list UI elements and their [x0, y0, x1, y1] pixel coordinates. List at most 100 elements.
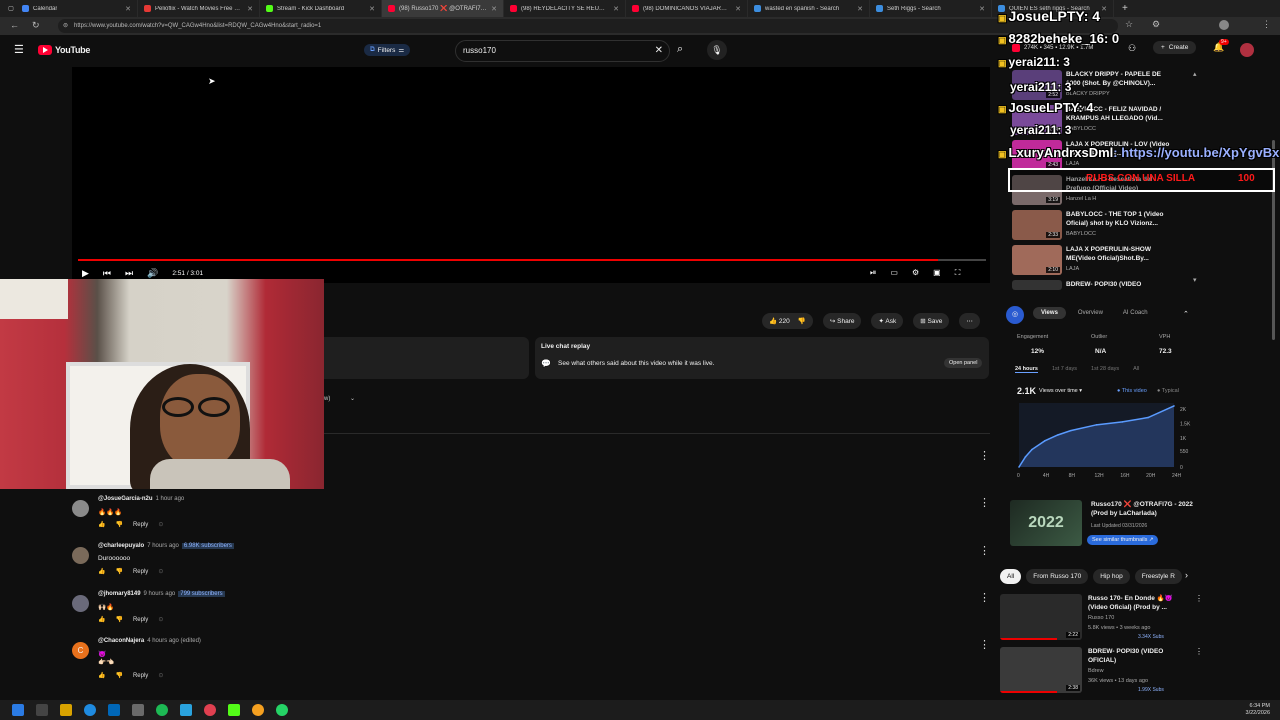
like-button[interactable]: 👍 220 [769, 317, 790, 325]
fullscreen-icon[interactable]: ⛶ [955, 268, 961, 278]
comment-extra-icon[interactable]: ⊙ [158, 568, 163, 575]
comment-menu-icon[interactable]: ⋮ [979, 544, 990, 557]
reply-button[interactable]: Reply [133, 569, 148, 575]
avatar[interactable]: C [72, 642, 89, 659]
file-explorer-icon[interactable] [60, 704, 72, 716]
search-icon[interactable]: ⌕ [677, 43, 683, 56]
reply-button[interactable]: Reply [133, 522, 148, 528]
create-button[interactable]: + Create [1153, 41, 1197, 54]
comment-username[interactable]: @jhomary8149 [98, 591, 141, 597]
open-panel-button[interactable]: Open panel [944, 358, 983, 368]
tab-close-icon[interactable]: ✕ [735, 5, 741, 13]
microphone-icon[interactable]: 🎙 [707, 40, 727, 60]
recommended-video[interactable]: 2:38 BDREW- POPI30 (VIDEO OFICIAL) Bdrew 36… [1000, 647, 1203, 699]
analytics-tab[interactable]: Views [1033, 307, 1066, 319]
youtube-logo[interactable]: YouTube [38, 45, 90, 55]
ask-button[interactable]: ✦ Ask [871, 313, 904, 329]
comment-dislike-icon[interactable]: 👎 [115, 521, 122, 528]
comment-like-icon[interactable]: 👍 [98, 568, 105, 575]
hamburger-menu-icon[interactable]: ☰ [14, 43, 24, 56]
description-box[interactable] [324, 337, 529, 379]
filter-chip[interactable]: From Russo 170 [1026, 569, 1089, 584]
extensions-icon[interactable]: ⚙ [1152, 19, 1160, 30]
profile-avatar[interactable] [1219, 20, 1229, 30]
browser-tab[interactable]: Pelioflix - Watch Movies Free Onl ✕ [138, 0, 260, 17]
settings-gear-icon[interactable]: ⚙ [912, 268, 919, 278]
collapse-chevron-icon[interactable]: ⌃ [1183, 310, 1189, 318]
comment-dislike-icon[interactable]: 👎 [115, 672, 122, 679]
next-icon[interactable]: ⏭ [125, 268, 133, 279]
new-tab-icon[interactable]: + [1122, 3, 1128, 14]
captions-icon[interactable]: ▭ [890, 268, 898, 278]
recommended-menu-icon[interactable]: ⋮ [1195, 594, 1203, 603]
chrome-icon[interactable] [252, 704, 264, 716]
comment-username[interactable]: @ChaconNajera [98, 638, 144, 644]
clear-search-icon[interactable]: ✕ [655, 41, 663, 61]
filters-button[interactable]: ⧉ Filters ⚌ [364, 44, 411, 56]
filter-chip[interactable]: Freestyle R [1134, 569, 1182, 584]
edge-browser-icon[interactable] [84, 704, 96, 716]
tab-close-icon[interactable]: ✕ [247, 5, 253, 13]
tab-close-icon[interactable]: ✕ [979, 5, 985, 13]
range-tab[interactable]: All [1133, 366, 1139, 373]
views-over-time-dropdown[interactable]: Views over time ▾ [1039, 388, 1082, 394]
volume-icon[interactable]: 🔊 [147, 268, 158, 279]
dislike-button[interactable]: 👎 [798, 317, 806, 325]
system-clock[interactable]: 6:34 PM 3/22/2026 [1246, 703, 1270, 717]
avatar[interactable] [72, 595, 89, 612]
search-input[interactable]: russo170 ✕ [455, 40, 670, 62]
comment-extra-icon[interactable]: ⊙ [158, 616, 163, 623]
comment-like-icon[interactable]: 👍 [98, 616, 105, 623]
analytics-tab[interactable]: Overview [1070, 307, 1111, 319]
browser-menu-icon[interactable]: ⋮ [1262, 19, 1271, 30]
comment-dislike-icon[interactable]: 👎 [115, 568, 122, 575]
comment-menu-icon[interactable]: ⋮ [979, 449, 990, 462]
tab-close-icon[interactable]: ✕ [857, 5, 863, 13]
site-info-icon[interactable]: ⊜ [63, 19, 68, 33]
analytics-tab[interactable]: AI Coach [1115, 307, 1156, 319]
tab-menu-icon[interactable]: ▢ [6, 0, 16, 17]
more-actions-button[interactable]: ⋯ [959, 313, 980, 329]
chips-next-icon[interactable]: › [1185, 570, 1188, 580]
tab-close-icon[interactable]: ✕ [125, 5, 131, 13]
browser-tab[interactable]: (98) Russo170 ❌ @OTRAFI7G - 2 ✕ [382, 0, 504, 17]
back-icon[interactable]: ← [10, 20, 19, 30]
comment-time[interactable]: 4 hours ago (edited) [147, 638, 201, 644]
reload-icon[interactable]: ↻ [32, 20, 40, 31]
account-avatar[interactable] [1240, 43, 1254, 57]
miniplayer-icon[interactable]: ▣ [933, 268, 941, 278]
pen-app-icon[interactable] [132, 704, 144, 716]
range-tab[interactable]: 1st 28 days [1091, 366, 1119, 373]
tab-close-icon[interactable]: ✕ [369, 5, 375, 13]
extension-icon[interactable]: ⚇ [1128, 43, 1136, 54]
video-player[interactable] [72, 67, 990, 283]
windows-start-icon[interactable] [12, 704, 24, 716]
range-tab[interactable]: 24 hours [1015, 366, 1038, 373]
see-similar-thumbnails-button[interactable]: See similar thumbnails ↗ [1087, 535, 1159, 545]
comment-extra-icon[interactable]: ⊙ [158, 521, 163, 528]
comment-extra-icon[interactable]: ⊙ [158, 672, 163, 679]
comment-username[interactable]: @charleepuyalo [98, 543, 144, 549]
telegram-icon[interactable] [180, 704, 192, 716]
comment-dislike-icon[interactable]: 👎 [115, 616, 122, 623]
obs-icon[interactable] [204, 704, 216, 716]
play-icon[interactable]: ▶ [82, 268, 89, 279]
browser-tab[interactable]: wasted en spanish - Search ✕ [748, 0, 870, 17]
save-button[interactable]: ⊞ Save [913, 313, 950, 329]
bookmark-star-icon[interactable]: ☆ [1125, 19, 1133, 30]
playlist-item[interactable]: 2:33 BABYLOCC - THE TOP 1 (Video Oficial)… [1012, 210, 1202, 242]
browser-tab[interactable]: (98) DOMINICANOS VIAJARON A ✕ [626, 0, 748, 17]
autoplay-toggle-icon[interactable]: ⏯ [870, 268, 876, 278]
comment-like-icon[interactable]: 👍 [98, 521, 105, 528]
video-progress-bar[interactable] [78, 259, 986, 261]
recommended-video[interactable]: 2:22 Russo 170- En Donde 🔥😈 (Video Oficia… [1000, 594, 1203, 646]
tab-close-icon[interactable]: ✕ [613, 5, 619, 13]
spotify-icon[interactable] [156, 704, 168, 716]
comment-menu-icon[interactable]: ⋮ [979, 496, 990, 509]
reply-button[interactable]: Reply [133, 673, 148, 679]
reply-button[interactable]: Reply [133, 617, 148, 623]
comment-time[interactable]: 1 hour ago [156, 496, 185, 502]
tab-close-icon[interactable]: ✕ [1101, 5, 1107, 13]
avatar[interactable] [72, 500, 89, 517]
notifications-bell-icon[interactable]: 🔔 9+ [1213, 39, 1229, 53]
